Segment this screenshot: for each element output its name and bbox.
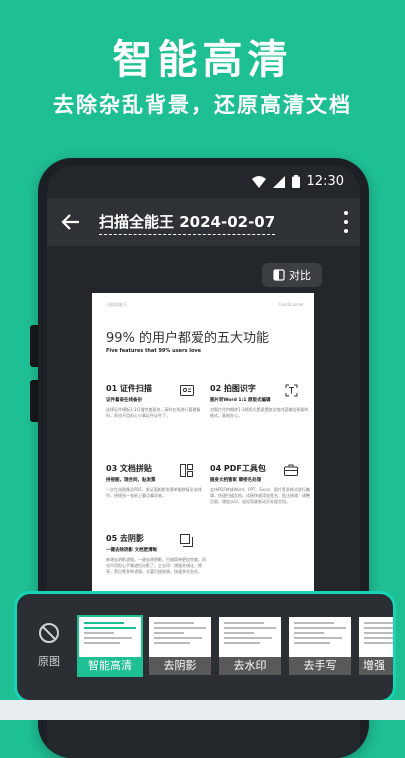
signal-icon [272, 175, 285, 188]
promo-subtitle: 去除杂乱背景，还原高清文档 [53, 93, 352, 117]
compare-label: 对比 [289, 269, 311, 282]
filter-thumb-remove-watermark[interactable]: 去水印 [219, 617, 281, 675]
filter-label: 去手写 [289, 657, 351, 675]
compare-button[interactable]: 对比 [262, 263, 322, 287]
phone-side-button [30, 325, 38, 367]
feature-subtitle: 图片转Word 1:1 原版式编辑 [210, 398, 271, 403]
phone-side-button [30, 380, 38, 422]
document-title[interactable]: 扫描全能王 2024-02-07 [99, 211, 276, 235]
filter-original-button[interactable]: 原图 [31, 622, 67, 669]
scan-text-icon [285, 384, 298, 397]
feature-description: 支持PDF转成Word、PPT、Excel、图片等多格式进行编辑，快速扫描文档，… [210, 487, 310, 504]
doc-heading: 99% 的用户都爱的五大功能 [106, 331, 270, 346]
filter-label: 智能高清 [79, 657, 141, 675]
back-arrow-icon[interactable] [59, 210, 83, 234]
feature-subtitle: 一键去除阴影 文档更清晰 [106, 548, 158, 553]
status-time: 12:30 [306, 174, 344, 189]
filter-label: 去水印 [219, 657, 281, 675]
feature-description: 对照片任何概转1:1原版式提速提取文档内容输出原要的格式，高效办公。 [210, 407, 309, 418]
filter-thumb-remove-handwriting[interactable]: 去手写 [289, 617, 351, 675]
bottom-preview-strip [0, 700, 405, 720]
status-bar: 12:30 [47, 166, 360, 198]
filter-label: 增强 [359, 657, 393, 675]
feature-description: 新增去阴影滤镜，一键去除阴影，扫描简单更加完美，再也不用担心手拿遮挡光影了。企业… [106, 557, 206, 574]
filter-original-label: 原图 [38, 655, 60, 668]
compare-icon [273, 269, 285, 281]
feature-subtitle: 随身文档管家 康密名处理 [210, 478, 262, 483]
app-bar: 扫描全能王 2024-02-07 [47, 198, 360, 246]
feature-subtitle: 拼接图，理合同，贴发票 [106, 478, 156, 483]
filter-thumb-smart-hd[interactable]: 智能高清 [77, 615, 143, 677]
wifi-icon [251, 175, 266, 188]
doc-subheading: Five features that 99% users love [106, 348, 202, 354]
shadow-remove-icon [180, 534, 193, 547]
toolbox-icon [284, 464, 298, 476]
feature-description: 选择证件模板1:1扫描完美复刻，高时在线进行管理备份，再也不用担心小事证件证件了… [106, 407, 201, 418]
promo-title: 智能高清 [112, 37, 293, 83]
battery-icon [291, 175, 300, 188]
no-filter-icon [39, 623, 59, 643]
filter-label: 去阴影 [149, 657, 211, 675]
doc-header-left: 扫描全能王 [107, 302, 127, 307]
scanned-document: 扫描全能王 CamScanner 99% 的用户都爱的五大功能 Five fea… [92, 293, 314, 603]
filter-thumb-enhance[interactable]: 增强 [359, 617, 393, 675]
feature-subtitle: 证件着录在线备份 [106, 398, 142, 403]
filter-thumb-remove-shadow[interactable]: 去阴影 [149, 617, 211, 675]
collage-icon [180, 464, 193, 477]
filter-bar: 原图 智能高清 去阴影 去水印 去手写 增强 [14, 591, 396, 703]
doc-header-right: CamScanner [278, 302, 304, 307]
feature-description: 一次生成图像及PDF，发证面相拼发票单据拼接全选排列，拼接到一张纸上重点事项来。 [106, 487, 202, 498]
id-card-icon [180, 385, 194, 396]
more-options-icon[interactable] [342, 211, 350, 233]
